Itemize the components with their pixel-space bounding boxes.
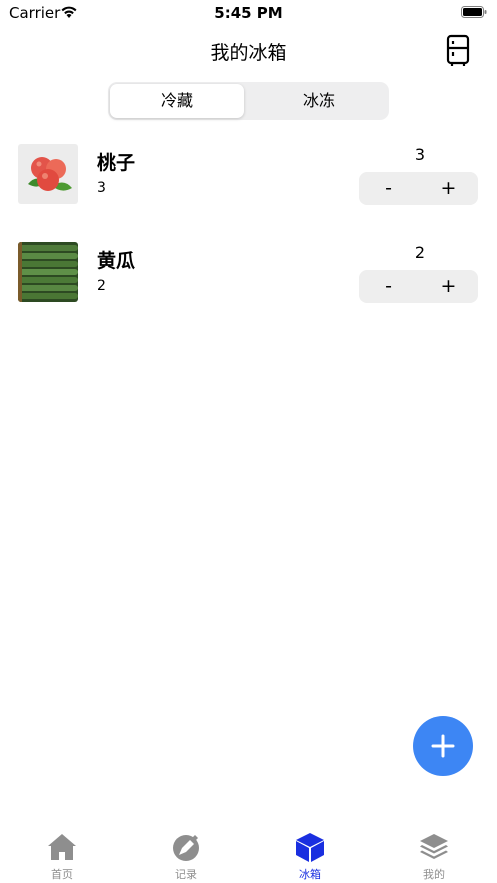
increment-button[interactable]: + xyxy=(419,172,478,205)
fridge-icon[interactable] xyxy=(444,34,472,68)
plus-icon xyxy=(431,734,455,758)
list-item[interactable]: 黄瓜 2 2 - + xyxy=(0,242,497,306)
tab-label: 我的 xyxy=(423,868,445,881)
peach-photo xyxy=(18,144,78,204)
item-count: 3 xyxy=(414,145,426,164)
item-quantity: 3 xyxy=(97,180,106,196)
cucumber-photo xyxy=(18,242,78,302)
item-name: 黄瓜 xyxy=(97,250,136,272)
list-item[interactable]: 桃子 3 3 - + xyxy=(0,144,497,208)
quantity-stepper: - + xyxy=(359,270,478,303)
tab-mine[interactable]: 我的 xyxy=(372,825,496,883)
item-count: 2 xyxy=(414,243,426,262)
tab-label: 首页 xyxy=(51,868,73,881)
home-icon xyxy=(48,834,76,860)
item-name: 桃子 xyxy=(97,152,136,174)
tab-label: 记录 xyxy=(175,868,197,881)
segment-refrigerated[interactable]: 冷藏 xyxy=(110,84,244,118)
record-icon xyxy=(173,835,199,861)
tab-label: 冰箱 xyxy=(299,868,321,881)
storage-segmented-control: 冷藏 冰冻 xyxy=(108,82,389,120)
tab-bar: 首页 记录 冰箱 我的 xyxy=(0,825,497,883)
increment-button[interactable]: + xyxy=(419,270,478,303)
battery-icon xyxy=(461,6,487,18)
item-quantity: 2 xyxy=(97,278,106,294)
page-title: 我的冰箱 xyxy=(210,42,287,64)
tab-home[interactable]: 首页 xyxy=(0,825,124,883)
box-icon xyxy=(296,833,324,862)
add-item-button[interactable] xyxy=(413,716,473,776)
decrement-button[interactable]: - xyxy=(359,172,418,205)
tab-fridge[interactable]: 冰箱 xyxy=(248,825,372,883)
segment-frozen[interactable]: 冰冻 xyxy=(252,84,386,118)
quantity-stepper: - + xyxy=(359,172,478,205)
status-bar: Carrier 5:45 PM xyxy=(0,0,497,26)
tab-record[interactable]: 记录 xyxy=(124,825,248,883)
layers-icon xyxy=(420,834,448,859)
decrement-button[interactable]: - xyxy=(359,270,418,303)
status-time: 5:45 PM xyxy=(214,4,283,22)
